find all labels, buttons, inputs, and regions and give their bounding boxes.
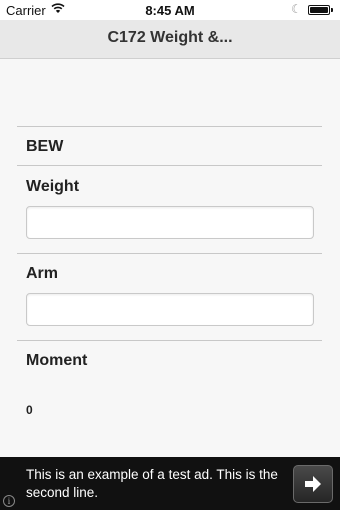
ad-text: This is an example of a test ad. This is… xyxy=(26,467,278,500)
arm-input[interactable] xyxy=(26,293,314,326)
moon-icon: ☾ xyxy=(291,2,302,16)
moment-label: Moment xyxy=(26,352,88,369)
status-bar: Carrier 8:45 AM ☾ xyxy=(0,0,340,20)
battery-icon xyxy=(308,5,333,15)
divider xyxy=(17,340,322,341)
divider xyxy=(17,126,322,127)
clock: 8:45 AM xyxy=(145,3,195,18)
form-content: BEW Weight Arm Moment 0 xyxy=(0,59,340,457)
navigation-bar: C172 Weight &... xyxy=(0,20,340,59)
arrow-right-icon xyxy=(305,476,321,492)
arm-label: Arm xyxy=(26,265,59,282)
ad-banner[interactable]: This is an example of a test ad. This is… xyxy=(0,457,340,510)
page-title: C172 Weight &... xyxy=(107,29,233,46)
ad-action-button[interactable] xyxy=(293,465,333,503)
section-title-bew: BEW xyxy=(26,138,64,155)
info-icon[interactable]: i xyxy=(3,495,15,507)
weight-input[interactable] xyxy=(26,206,314,239)
moment-value: 0 xyxy=(26,403,33,417)
divider xyxy=(17,165,322,166)
weight-label: Weight xyxy=(26,178,80,195)
divider xyxy=(17,253,322,254)
